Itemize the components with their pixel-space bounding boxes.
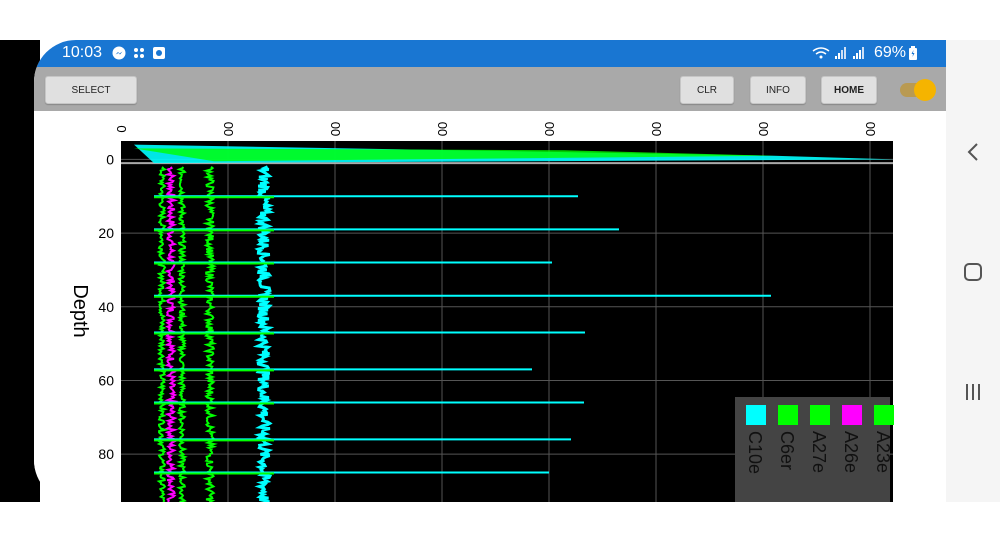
dots-app-icon (134, 48, 144, 58)
depth-chart[interactable]: 0 00 00 00 00 00 00 00 020406080 Depth C10e C6er… (34, 111, 946, 502)
home-icon[interactable] (946, 262, 1000, 282)
legend: C10e C6er A27e A26e A23e (735, 397, 894, 502)
x-tick-labels: 0 00 00 00 00 00 00 00 (114, 122, 878, 136)
x-tick-label: 00 (649, 122, 664, 136)
y-tick-label: 20 (98, 225, 114, 241)
signal-icon (835, 47, 846, 59)
x-tick-label: 00 (542, 122, 557, 136)
clr-button[interactable]: CLR (680, 76, 734, 104)
y-tick-label: 0 (106, 151, 114, 167)
x-tick-label: 00 (435, 122, 450, 136)
info-button[interactable]: INFO (750, 76, 806, 104)
home-button[interactable]: HOME (821, 76, 877, 104)
legend-swatch (874, 405, 894, 425)
x-tick-label: 00 (221, 122, 236, 136)
back-icon[interactable] (946, 142, 1000, 162)
x-tick-label: 00 (328, 122, 343, 136)
x-tick-label: 0 (114, 125, 129, 132)
signal-icon (853, 47, 864, 59)
status-bar: 10:03 69% (34, 40, 946, 67)
y-tick-labels: 0 20 40 60 80 (98, 151, 114, 462)
legend-swatch (778, 405, 798, 425)
wifi-icon (812, 47, 830, 59)
x-tick-label: 00 (863, 122, 878, 136)
messenger-icon (112, 46, 126, 60)
toolbar: SELECT CLR INFO HOME (34, 67, 946, 111)
legend-label: A23e (873, 431, 893, 473)
legend-swatch (842, 405, 862, 425)
chart-area: 0 00 00 00 00 00 00 00 0 20 40 60 80 Depth C10e C6er… (34, 111, 946, 502)
screen: 10:03 69% SELECT CLR INFO HOME 0 00 00 0… (0, 0, 1000, 542)
legend-swatch (746, 405, 766, 425)
select-button[interactable]: SELECT (45, 76, 137, 104)
navigation-bar (946, 40, 1000, 502)
legend-label: A27e (809, 431, 829, 473)
status-time: 10:03 (62, 44, 103, 61)
y-axis-label: Depth (69, 284, 91, 337)
x-tick-label: 00 (756, 122, 771, 136)
toggle-knob[interactable] (914, 79, 936, 101)
legend-label: A26e (841, 431, 861, 473)
y-tick-label: 40 (98, 299, 114, 315)
battery-icon (909, 46, 917, 60)
legend-label: C6er (777, 431, 797, 470)
recents-icon[interactable] (946, 382, 1000, 402)
battery-percentage: 69% (874, 44, 907, 61)
legend-label: C10e (745, 431, 765, 474)
gallery-icon (153, 47, 165, 59)
legend-swatch (810, 405, 830, 425)
app-window: 10:03 69% SELECT CLR INFO HOME 0 00 00 0… (34, 40, 946, 502)
y-tick-label: 60 (98, 372, 114, 388)
y-tick-label: 80 (98, 446, 114, 462)
